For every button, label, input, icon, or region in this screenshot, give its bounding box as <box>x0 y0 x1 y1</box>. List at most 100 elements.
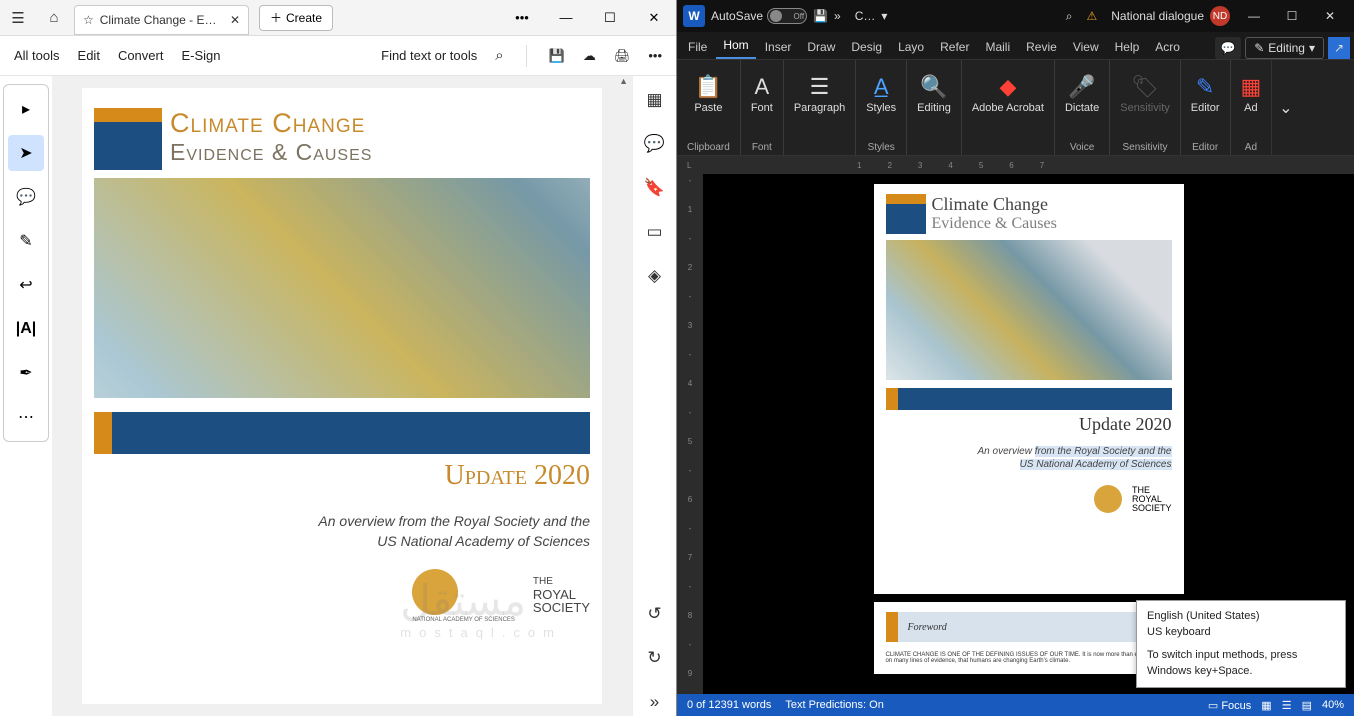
search-icon[interactable]: ⌕ <box>495 47 503 64</box>
overflow-icon[interactable]: ••• <box>500 0 544 36</box>
toggle-off-icon[interactable]: Off <box>767 8 807 24</box>
adobe-document-viewport[interactable]: ▲ Climate Change Evidence & Causes Updat… <box>52 76 632 716</box>
more-icon[interactable]: ••• <box>648 48 662 63</box>
editing-mode-button[interactable]: ✎ Editing ▾ <box>1245 37 1324 59</box>
tab-insert[interactable]: Inser <box>758 35 799 59</box>
status-word-count[interactable]: 0 of 12391 words <box>687 699 771 711</box>
print-icon[interactable]: 🖨 <box>614 48 631 64</box>
more-tools-icon[interactable]: ⋯ <box>8 399 44 435</box>
home-icon[interactable]: ⌂ <box>36 0 72 36</box>
ribbon-font[interactable]: AFontFont <box>741 60 784 155</box>
lasso-icon[interactable]: ↩ <box>8 267 44 303</box>
decor-block <box>94 108 162 170</box>
word-page-1[interactable]: Climate Change Evidence & Causes Update … <box>874 184 1184 594</box>
autosave-toggle[interactable]: AutoSave Off <box>711 8 807 24</box>
minimize-icon[interactable]: — <box>544 0 588 36</box>
thumbnails-icon[interactable]: ▭ <box>641 218 669 246</box>
tab-home[interactable]: Hom <box>716 33 755 59</box>
side-panel-icon[interactable]: ▦ <box>641 86 669 114</box>
word-window: W AutoSave Off 💾 » C… ▾ ⌕ ⚠ National dia… <box>677 0 1354 716</box>
share-icon[interactable]: ↗ <box>1328 37 1350 59</box>
save-icon[interactable]: 💾 <box>549 48 565 64</box>
tab-mailings[interactable]: Maili <box>978 35 1017 59</box>
ribbon-dictate[interactable]: 🎤DictateVoice <box>1055 60 1110 155</box>
ribbon-sensitivity[interactable]: 🏷SensitivitySensitivity <box>1110 60 1181 155</box>
wp-update: Update 2020 <box>886 414 1172 435</box>
royal-society-logo: THE ROYAL SOCIETY <box>1132 486 1172 513</box>
collapse-panel-icon[interactable]: » <box>641 688 669 716</box>
adobe-tab[interactable]: ☆ Climate Change - Evide… ✕ <box>74 5 249 35</box>
titlebar-doc-short[interactable]: C… <box>855 9 876 23</box>
adobe-right-tool-panel: ▦ 💬 🔖 ▭ ◈ ↺ ↻ » <box>632 76 676 716</box>
ribbon-adobe[interactable]: ◆Adobe Acrobat <box>962 60 1055 155</box>
tab-view[interactable]: View <box>1066 35 1106 59</box>
wp-title1: Climate Change <box>932 194 1057 215</box>
save-icon[interactable]: 💾 <box>813 9 828 23</box>
view-read-icon[interactable]: ☰ <box>1282 699 1292 712</box>
pen-tool-icon[interactable]: ✒ <box>8 355 44 391</box>
maximize-icon[interactable]: ☐ <box>588 0 632 36</box>
user-badge[interactable]: ND <box>1210 6 1230 26</box>
minimize-icon[interactable]: — <box>1236 1 1272 31</box>
doc-title-line1: Climate Change <box>170 108 372 139</box>
comments-icon[interactable]: 💬 <box>1215 37 1241 59</box>
ribbon-paragraph[interactable]: ☰Paragraph <box>784 60 856 155</box>
view-print-icon[interactable]: ▦ <box>1261 699 1271 712</box>
tab-review[interactable]: Revie <box>1019 35 1064 59</box>
tab-draw[interactable]: Draw <box>800 35 842 59</box>
chevron-down-icon[interactable]: ▾ <box>881 9 887 23</box>
ime-tooltip: English (United States) US keyboard To s… <box>1136 600 1346 688</box>
selection-tool-icon[interactable]: ➤ <box>8 135 44 171</box>
comment-tool-icon[interactable]: 💬 <box>8 179 44 215</box>
word-document-area[interactable]: -1-2-3-4-5-6-7-8-9 Climate Change Eviden… <box>677 174 1354 694</box>
search-icon[interactable]: ⌕ <box>1066 9 1073 24</box>
create-button[interactable]: ＋ Create <box>259 5 333 31</box>
font-icon: A <box>754 74 769 100</box>
horizontal-ruler[interactable]: L 1234567 <box>677 156 1354 174</box>
ribbon-styles[interactable]: A̲StylesStyles <box>856 60 907 155</box>
zoom-value[interactable]: 40% <box>1322 699 1344 711</box>
adobe-window-controls: ••• — ☐ ✕ <box>500 0 676 36</box>
panel-chevron-icon[interactable]: ▸ <box>8 91 44 127</box>
titlebar-more-icon[interactable]: » <box>834 9 841 23</box>
warning-icon[interactable]: ⚠ <box>1086 9 1097 23</box>
all-tools-menu[interactable]: All tools <box>14 48 60 63</box>
foreword-heading: Foreword <box>898 612 1172 642</box>
maximize-icon[interactable]: ☐ <box>1274 1 1310 31</box>
ribbon-clipboard[interactable]: 📋PasteClipboard <box>677 60 741 155</box>
tab-references[interactable]: Refer <box>933 35 976 59</box>
tab-help[interactable]: Help <box>1108 35 1147 59</box>
vertical-ruler[interactable]: -1-2-3-4-5-6-7-8-9 <box>677 174 703 694</box>
word-app-icon[interactable]: W <box>683 5 705 27</box>
hamburger-icon[interactable]: ☰ <box>0 0 36 36</box>
focus-button[interactable]: ▭Focus <box>1208 699 1251 712</box>
convert-menu[interactable]: Convert <box>118 48 164 63</box>
ribbon-editing[interactable]: 🔍Editing <box>907 60 962 155</box>
rotate-cw-icon[interactable]: ↻ <box>641 644 669 672</box>
star-icon: ☆ <box>83 13 94 27</box>
close-window-icon[interactable]: ✕ <box>632 0 676 36</box>
esign-menu[interactable]: E-Sign <box>181 48 220 63</box>
comment-panel-icon[interactable]: 💬 <box>641 130 669 158</box>
tab-design[interactable]: Desig <box>844 35 889 59</box>
tab-acrobat[interactable]: Acro <box>1148 35 1187 59</box>
edit-menu[interactable]: Edit <box>78 48 100 63</box>
layers-icon[interactable]: ◈ <box>641 262 669 290</box>
pencil-tool-icon[interactable]: ✎ <box>8 223 44 259</box>
ribbon-addins[interactable]: ▦AdAd <box>1231 60 1272 155</box>
ribbon-collapse-icon[interactable]: ⌄ <box>1271 60 1299 155</box>
document-name[interactable]: National dialogue <box>1111 9 1204 23</box>
status-text-predictions[interactable]: Text Predictions: On <box>785 699 883 711</box>
scroll-up-icon[interactable]: ▲ <box>619 76 628 86</box>
text-tool-icon[interactable]: |A| <box>8 311 44 347</box>
sensitivity-icon: 🏷 <box>1131 74 1159 100</box>
close-icon[interactable]: ✕ <box>230 13 240 27</box>
view-web-icon[interactable]: ▤ <box>1302 699 1312 712</box>
close-icon[interactable]: ✕ <box>1312 1 1348 31</box>
ribbon-editor[interactable]: ✎EditorEditor <box>1181 60 1231 155</box>
cloud-upload-icon[interactable]: ☁ <box>583 48 596 64</box>
rotate-ccw-icon[interactable]: ↺ <box>641 600 669 628</box>
bookmark-icon[interactable]: 🔖 <box>641 174 669 202</box>
tab-layout[interactable]: Layo <box>891 35 931 59</box>
tab-file[interactable]: File <box>681 35 714 59</box>
